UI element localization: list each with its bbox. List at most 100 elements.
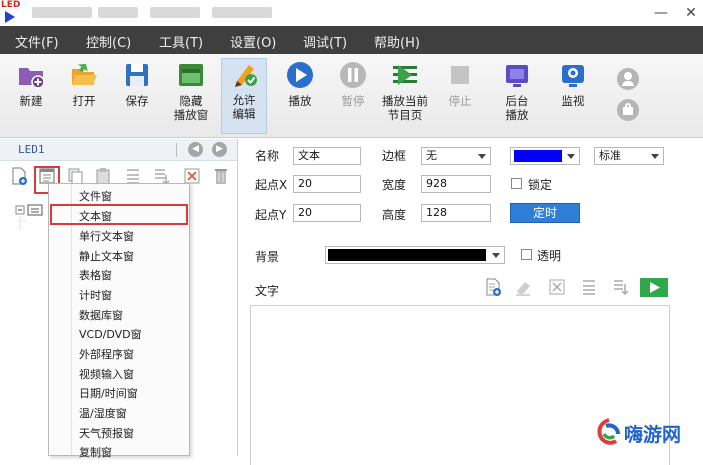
menu-item-vcd-dvd-window[interactable]: VCD/DVD窗 bbox=[79, 326, 142, 342]
close-button[interactable]: ✕ bbox=[680, 3, 702, 23]
monitor-button[interactable]: 监视 bbox=[550, 60, 596, 108]
stop-icon bbox=[445, 60, 475, 90]
play-current-page-label: 播放当前 节目页 bbox=[382, 94, 428, 122]
menu-bar: 文件(F) 控制(C) 工具(T) 设置(O) 调试(T) 帮助(H) bbox=[0, 26, 703, 54]
play-current-page-icon bbox=[390, 60, 420, 90]
eraser-icon[interactable] bbox=[514, 278, 532, 296]
allow-edit-button[interactable]: 允许 编辑 bbox=[221, 58, 267, 134]
title-bar: LED — ✕ bbox=[0, 0, 703, 26]
menu-item-datetime-window[interactable]: 日期/时间窗 bbox=[79, 385, 138, 401]
background-label: 背景 bbox=[255, 250, 280, 264]
menu-settings[interactable]: 设置(O) bbox=[230, 32, 276, 51]
play-button[interactable]: 播放 bbox=[277, 60, 323, 108]
menu-item-static-text-window[interactable]: 静止文本窗 bbox=[79, 248, 134, 264]
menu-help[interactable]: 帮助(H) bbox=[374, 32, 420, 51]
screen-title: LED1 bbox=[18, 143, 45, 156]
transparent-label: 透明 bbox=[537, 249, 562, 263]
user-icon[interactable] bbox=[617, 68, 639, 90]
play-icon bbox=[285, 60, 315, 90]
chevron-down-icon bbox=[567, 154, 575, 159]
screen-header: LED1 ◀ ▶ bbox=[0, 139, 237, 161]
menu-item-file-window[interactable]: 文件窗 bbox=[79, 188, 112, 204]
blurred-title bbox=[212, 7, 272, 18]
monitor-label: 监视 bbox=[561, 94, 585, 108]
lock-checkbox[interactable] bbox=[511, 178, 522, 189]
menu-item-single-line-text-window[interactable]: 单行文本窗 bbox=[79, 228, 134, 244]
text-label: 文字 bbox=[255, 284, 280, 298]
menu-item-copy-window[interactable]: 复制窗 bbox=[79, 444, 112, 460]
pencil-icon bbox=[229, 59, 259, 89]
monitor-icon bbox=[558, 60, 588, 90]
menu-file[interactable]: 文件(F) bbox=[15, 32, 59, 51]
menu-item-table-window[interactable]: 表格窗 bbox=[79, 267, 112, 283]
lock-user-icon[interactable] bbox=[617, 99, 639, 121]
border-label: 边框 bbox=[382, 149, 407, 163]
start-x-label: 起点X bbox=[255, 178, 288, 192]
border-select[interactable]: 无 bbox=[421, 147, 491, 165]
chevron-down-icon bbox=[492, 253, 500, 258]
pause-button[interactable]: 暂停 bbox=[330, 60, 376, 108]
chevron-down-icon bbox=[651, 154, 659, 159]
name-label: 名称 bbox=[255, 149, 280, 163]
start-x-input[interactable]: 20 bbox=[293, 175, 361, 193]
border-color-swatch bbox=[514, 150, 562, 162]
play-current-page-button[interactable]: 播放当前 节目页 bbox=[382, 60, 428, 122]
open-folder-icon bbox=[69, 60, 99, 90]
clear-text-icon[interactable] bbox=[548, 278, 566, 296]
menu-item-external-program-window[interactable]: 外部程序窗 bbox=[79, 346, 134, 362]
hide-window-button[interactable]: 隐藏 播放窗 bbox=[168, 60, 214, 122]
save-icon bbox=[122, 60, 152, 90]
background-play-button[interactable]: 后台 播放 bbox=[494, 60, 540, 122]
start-y-label: 起点Y bbox=[255, 208, 287, 222]
chevron-down-icon bbox=[478, 154, 486, 159]
play-logo-icon bbox=[5, 11, 15, 23]
timer-button[interactable]: 定时 bbox=[510, 203, 580, 223]
style-select-value: 标准 bbox=[599, 149, 621, 162]
next-screen-button[interactable]: ▶ bbox=[212, 142, 227, 157]
stop-label: 停止 bbox=[448, 94, 472, 108]
trash-icon[interactable] bbox=[212, 167, 230, 185]
menu-item-weather-window[interactable]: 天气预报窗 bbox=[79, 425, 134, 441]
minimize-button[interactable]: — bbox=[650, 3, 672, 23]
text-move-down-icon[interactable] bbox=[611, 278, 629, 296]
properties-pane: 名称 文本 边框 无 标准 起点X 20 宽度 928 锁定 起点Y 20 高度… bbox=[239, 139, 703, 465]
play-label: 播放 bbox=[288, 94, 312, 108]
width-label: 宽度 bbox=[382, 178, 407, 192]
menu-item-temp-humidity-window[interactable]: 温/湿度窗 bbox=[79, 405, 127, 421]
new-folder-icon bbox=[16, 60, 46, 90]
menu-item-database-window[interactable]: 数据库窗 bbox=[79, 307, 123, 323]
menu-debug[interactable]: 调试(T) bbox=[303, 32, 347, 51]
style-select[interactable]: 标准 bbox=[594, 147, 664, 165]
watermark-logo-icon bbox=[597, 418, 620, 445]
menu-item-timer-window[interactable]: 计时窗 bbox=[79, 287, 112, 303]
highlight-text-window bbox=[50, 204, 188, 225]
prev-screen-button[interactable]: ◀ bbox=[188, 142, 203, 157]
open-label: 打开 bbox=[72, 94, 96, 108]
menu-item-video-input-window[interactable]: 视频输入窗 bbox=[79, 366, 134, 382]
add-page-icon[interactable] bbox=[10, 167, 28, 185]
new-button[interactable]: 新建 bbox=[8, 60, 54, 108]
save-label: 保存 bbox=[125, 94, 149, 108]
save-button[interactable]: 保存 bbox=[114, 60, 160, 108]
pause-icon bbox=[338, 60, 368, 90]
open-button[interactable]: 打开 bbox=[61, 60, 107, 108]
name-input[interactable]: 文本 bbox=[293, 147, 361, 165]
menu-control[interactable]: 控制(C) bbox=[86, 32, 131, 51]
text-move-up-icon[interactable] bbox=[580, 278, 598, 296]
background-play-label: 后台 播放 bbox=[505, 94, 529, 122]
background-color-select[interactable] bbox=[325, 246, 505, 264]
start-y-input[interactable]: 20 bbox=[293, 204, 361, 222]
hide-window-label: 隐藏 播放窗 bbox=[173, 94, 209, 122]
preview-play-icon[interactable] bbox=[640, 278, 668, 297]
stop-button[interactable]: 停止 bbox=[437, 60, 483, 108]
height-input[interactable]: 128 bbox=[421, 204, 491, 222]
border-color-select[interactable] bbox=[510, 147, 580, 165]
menu-tools[interactable]: 工具(T) bbox=[159, 32, 203, 51]
blurred-title bbox=[32, 7, 92, 18]
add-text-icon[interactable] bbox=[484, 278, 502, 296]
hide-window-icon bbox=[176, 60, 206, 90]
transparent-checkbox[interactable] bbox=[521, 249, 532, 260]
width-input[interactable]: 928 bbox=[421, 175, 491, 193]
divider bbox=[176, 143, 177, 157]
background-color-swatch bbox=[328, 249, 486, 261]
